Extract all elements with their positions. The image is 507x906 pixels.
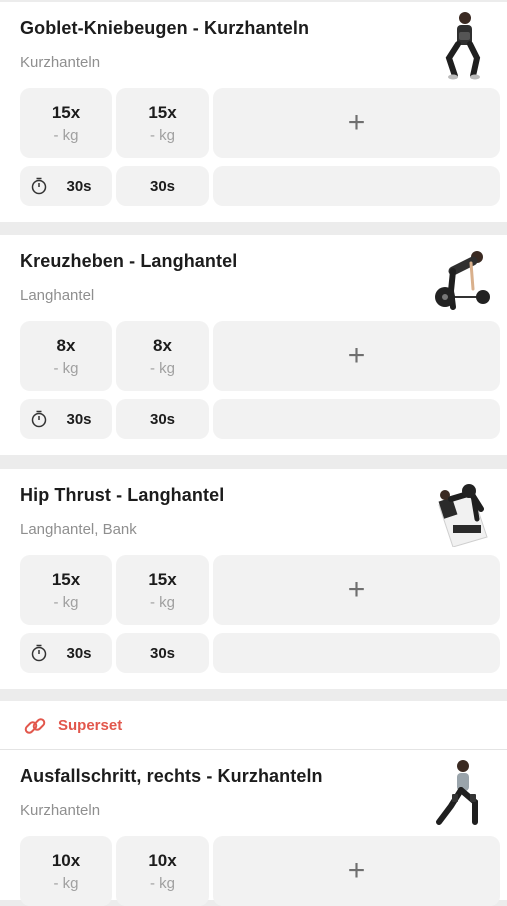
set-row: 10x - kg 10x - kg + (20, 836, 500, 906)
rest-tile[interactable]: 30s (116, 633, 209, 673)
set-tile[interactable]: 15x - kg (20, 555, 112, 625)
rest-row: 30s 30s (20, 399, 500, 439)
exercise-title[interactable]: Ausfallschritt, rechts - Kurzhanteln (20, 766, 323, 787)
set-weight: - kg (149, 874, 175, 892)
rest-tile[interactable]: 30s (20, 399, 112, 439)
set-tile[interactable]: 8x - kg (116, 321, 209, 391)
stopwatch-icon (31, 644, 47, 662)
set-tile[interactable]: 10x - kg (20, 836, 112, 906)
set-reps: 8x (56, 335, 76, 355)
rest-value: 30s (66, 644, 92, 662)
exercise-title[interactable]: Goblet-Kniebeugen - Kurzhanteln (20, 18, 309, 39)
rest-value: 30s (149, 177, 176, 195)
set-weight: - kg (149, 359, 175, 377)
set-weight: - kg (53, 593, 79, 611)
set-tile[interactable]: 10x - kg (116, 836, 209, 906)
set-reps: 10x (51, 850, 81, 870)
set-tile[interactable]: 15x - kg (20, 88, 112, 158)
rest-tile-empty[interactable] (213, 166, 500, 206)
add-set-button[interactable]: + (213, 88, 500, 158)
exercise-title[interactable]: Kreuzheben - Langhantel (20, 251, 237, 272)
set-row: 15x - kg 15x - kg + (20, 555, 500, 625)
set-reps: 15x (148, 102, 177, 122)
exercise-card: Goblet-Kniebeugen - Kurzhanteln Kurzhant… (0, 2, 507, 222)
rest-value: 30s (66, 410, 92, 428)
set-weight: - kg (53, 874, 79, 892)
add-set-button[interactable]: + (213, 321, 500, 391)
hip-thrust-figure-icon[interactable] (433, 475, 493, 547)
set-weight: - kg (53, 359, 79, 377)
set-tile[interactable]: 15x - kg (116, 555, 209, 625)
exercise-equipment: Kurzhanteln (20, 54, 101, 71)
exercise-equipment: Kurzhanteln (20, 802, 101, 819)
plus-icon: + (347, 573, 366, 606)
rest-tile[interactable]: 30s (116, 166, 209, 206)
set-reps: 8x (153, 335, 172, 355)
set-row: 15x - kg 15x - kg + (20, 88, 500, 158)
lunge-figure-icon[interactable] (433, 756, 493, 828)
exercise-title[interactable]: Hip Thrust - Langhantel (20, 485, 224, 506)
set-row: 8x - kg 8x - kg + (20, 321, 500, 391)
superset-label: Superset (58, 717, 123, 734)
exercise-card: Kreuzheben - Langhantel Langhantel 8x - … (0, 235, 507, 455)
rest-tile[interactable]: 30s (20, 166, 112, 206)
set-reps: 15x (51, 569, 81, 589)
exercise-card: Ausfallschritt, rechts - Kurzhanteln Kur… (0, 750, 507, 906)
link-icon (24, 718, 46, 734)
add-set-button[interactable]: + (213, 555, 500, 625)
rest-value: 30s (149, 644, 176, 662)
plus-icon: + (347, 106, 366, 139)
set-reps: 15x (51, 102, 81, 122)
goblet-squat-figure-icon[interactable] (433, 8, 493, 80)
set-reps: 10x (148, 850, 177, 870)
rest-row: 30s 30s (20, 166, 500, 206)
rest-tile[interactable]: 30s (20, 633, 112, 673)
rest-row: 30s 30s (20, 633, 500, 673)
rest-tile-empty[interactable] (213, 633, 500, 673)
rest-value: 30s (149, 410, 176, 428)
plus-icon: + (347, 854, 366, 887)
set-tile[interactable]: 8x - kg (20, 321, 112, 391)
stopwatch-icon (31, 410, 47, 428)
exercise-equipment: Langhantel, Bank (20, 521, 137, 538)
rest-tile[interactable]: 30s (116, 399, 209, 439)
plus-icon: + (347, 339, 366, 372)
set-tile[interactable]: 15x - kg (116, 88, 209, 158)
set-weight: - kg (149, 126, 175, 144)
set-reps: 15x (148, 569, 177, 589)
rest-tile-empty[interactable] (213, 399, 500, 439)
deadlift-figure-icon[interactable] (433, 241, 493, 313)
rest-value: 30s (66, 177, 92, 195)
set-weight: - kg (53, 126, 79, 144)
exercise-equipment: Langhantel (20, 287, 95, 304)
add-set-button[interactable]: + (213, 836, 500, 906)
stopwatch-icon (31, 177, 47, 195)
set-weight: - kg (149, 593, 175, 611)
superset-marker[interactable]: Superset (0, 701, 507, 750)
exercise-card: Hip Thrust - Langhantel Langhantel, Bank… (0, 469, 507, 689)
